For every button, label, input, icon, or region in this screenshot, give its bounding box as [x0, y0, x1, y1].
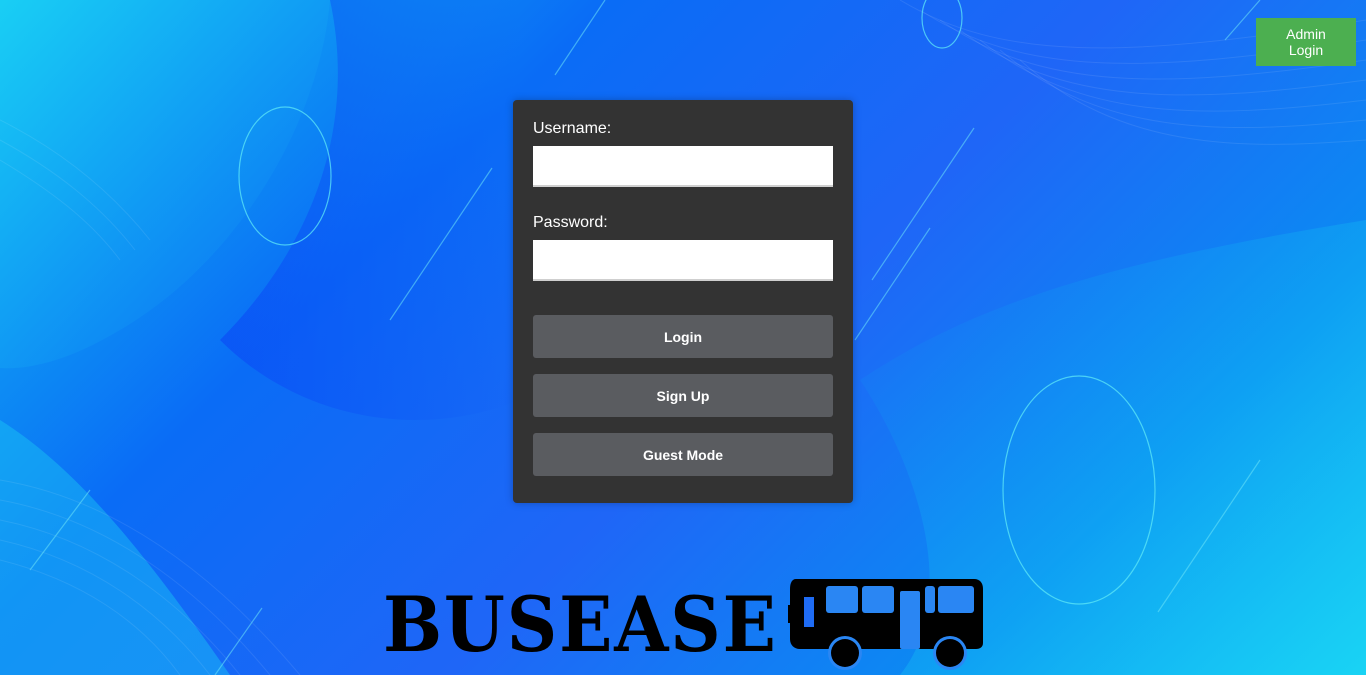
signup-button[interactable]: Sign Up	[533, 374, 833, 417]
admin-login-button[interactable]: Admin Login	[1256, 18, 1356, 66]
guest-mode-button[interactable]: Guest Mode	[533, 433, 833, 476]
username-input[interactable]	[533, 146, 833, 187]
password-input[interactable]	[533, 240, 833, 281]
login-button[interactable]: Login	[533, 315, 833, 358]
username-label: Username:	[533, 120, 612, 137]
password-label: Password:	[533, 214, 608, 231]
bus-icon	[788, 579, 983, 670]
login-card: Username: Password: Login Sign Up Guest …	[513, 100, 853, 503]
busease-logo: BUSEASE	[383, 575, 983, 670]
logo-text: BUSEASE	[383, 580, 778, 669]
